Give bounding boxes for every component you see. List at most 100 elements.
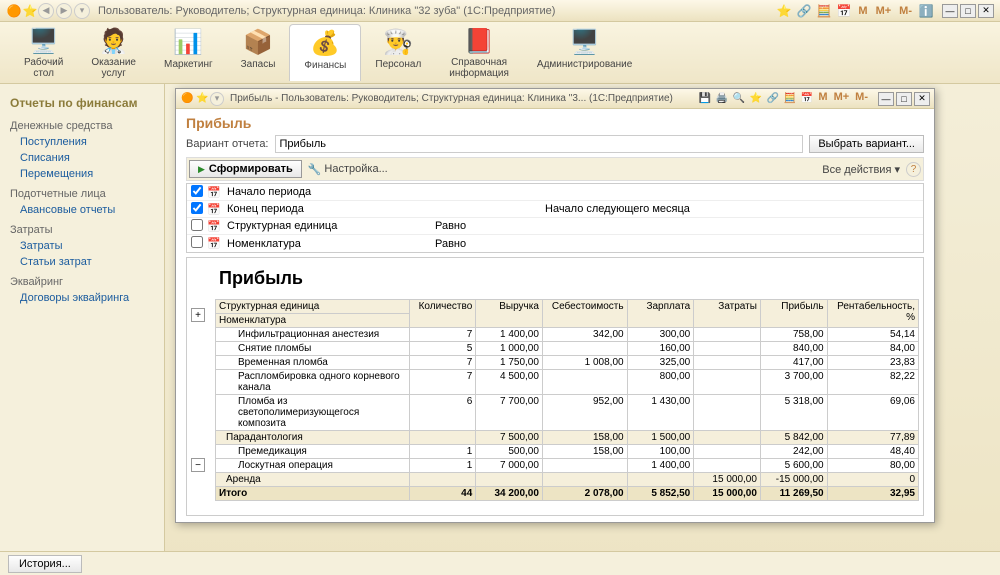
param-condition[interactable]: Равно xyxy=(435,238,545,250)
toolbar-item[interactable]: 📊Маркетинг xyxy=(150,24,227,81)
toolbar-item[interactable]: 📕Справочнаяинформация xyxy=(435,24,523,81)
sidebar-link[interactable]: Авансовые отчеты xyxy=(0,202,164,218)
nav-down[interactable]: ▾ xyxy=(210,92,224,106)
col-header: Количество xyxy=(409,300,476,328)
sidebar-link[interactable]: Списания xyxy=(0,150,164,166)
favorite-icon[interactable]: ⭐ xyxy=(22,3,38,19)
cell-name: Премедикация xyxy=(216,445,410,459)
m-minus-btn[interactable]: M- xyxy=(897,5,914,17)
choose-variant-btn[interactable]: Выбрать вариант... xyxy=(809,135,924,153)
sidebar-link[interactable]: Договоры эквайринга xyxy=(0,290,164,306)
cell-name: Временная пломба xyxy=(216,356,410,370)
star-icon[interactable]: ⭐ xyxy=(776,3,792,19)
star-icon[interactable]: ⭐ xyxy=(748,91,763,106)
main-title: Пользователь: Руководитель; Структурная … xyxy=(98,5,776,17)
minimize-btn[interactable]: — xyxy=(942,4,958,18)
inner-close[interactable]: ✕ xyxy=(914,92,930,106)
toolbar-item[interactable]: 📦Запасы xyxy=(227,24,290,81)
param-checkbox[interactable] xyxy=(191,219,203,231)
sidebar-link[interactable]: Статьи затрат xyxy=(0,254,164,270)
toolbar-label: Администрирование xyxy=(537,59,632,70)
param-condition[interactable]: Равно xyxy=(435,220,545,232)
col-header: Рентабельность, % xyxy=(827,300,918,328)
nav-fwd[interactable]: ▶ xyxy=(56,3,72,19)
variant-input[interactable] xyxy=(275,135,804,153)
table-row[interactable]: Распломбировка одного корневого канала74… xyxy=(216,370,919,395)
toolbar-label: Маркетинг xyxy=(164,59,213,70)
link-icon[interactable]: 🔗 xyxy=(796,3,812,19)
print-icon[interactable]: 🖨️ xyxy=(714,91,729,106)
sidebar-section-title: Подотчетные лица xyxy=(0,182,164,202)
nav-back[interactable]: ◀ xyxy=(38,3,54,19)
maximize-btn[interactable]: □ xyxy=(960,4,976,18)
cell-name: Лоскутная операция xyxy=(216,459,410,473)
history-btn[interactable]: История... xyxy=(8,555,82,573)
expand-btn[interactable]: + xyxy=(191,308,205,322)
table-row[interactable]: Инфильтрационная анестезия71 400,00342,0… xyxy=(216,328,919,342)
statusbar: История... xyxy=(0,551,1000,575)
m-btn[interactable]: M xyxy=(816,91,829,106)
nav-down[interactable]: ▾ xyxy=(74,3,90,19)
toolbar-item[interactable]: 🖥️Администрирование xyxy=(523,24,646,81)
save-icon[interactable]: 💾 xyxy=(697,91,712,106)
calendar-icon[interactable]: 📅 xyxy=(799,91,814,106)
table-row[interactable]: Премедикация1500,00158,00100,00242,0048,… xyxy=(216,445,919,459)
info-icon[interactable]: ℹ️ xyxy=(918,3,934,19)
fav-icon[interactable]: ⭐ xyxy=(195,91,210,106)
main-titlebar: 🟠 ⭐ ◀ ▶ ▾ Пользователь: Руководитель; Ст… xyxy=(0,0,1000,22)
table-row[interactable]: Лоскутная операция17 000,001 400,005 600… xyxy=(216,459,919,473)
all-actions[interactable]: Все действия ▾ xyxy=(822,163,900,176)
param-checkbox[interactable] xyxy=(191,236,203,248)
table-row[interactable]: Пломба из светополимеризующегося компози… xyxy=(216,395,919,431)
link-icon[interactable]: 🔗 xyxy=(765,91,780,106)
calendar-icon[interactable]: 📅 xyxy=(836,3,852,19)
settings-link[interactable]: 🔧Настройка... xyxy=(308,163,388,176)
close-btn[interactable]: ✕ xyxy=(978,4,994,18)
m-btn[interactable]: M xyxy=(856,5,869,17)
param-value[interactable]: Начало следующего месяца xyxy=(545,203,923,215)
report-area[interactable]: + − Прибыль Структурная единицаКоличеств… xyxy=(186,257,924,516)
table-row[interactable]: Аренда15 000,00-15 000,000 xyxy=(216,473,919,487)
sidebar-link[interactable]: Перемещения xyxy=(0,166,164,182)
preview-icon[interactable]: 🔍 xyxy=(731,91,746,106)
table-row[interactable]: Временная пломба71 750,001 008,00325,004… xyxy=(216,356,919,370)
variant-label: Вариант отчета: xyxy=(186,138,269,150)
toolbar-icon: 👨‍🍳 xyxy=(382,26,414,58)
help-icon[interactable]: ? xyxy=(906,162,921,177)
sidebar-link[interactable]: Затраты xyxy=(0,238,164,254)
toolbar-item[interactable]: 💰Финансы xyxy=(289,24,361,81)
sidebar: Отчеты по финансам Денежные средстваПост… xyxy=(0,84,165,551)
toolbar-item[interactable]: 🖥️Рабочийстол xyxy=(10,24,77,81)
sidebar-section-title: Денежные средства xyxy=(0,114,164,134)
sidebar-heading: Отчеты по финансам xyxy=(0,92,164,114)
table-row[interactable]: Парадантология7 500,00158,001 500,005 84… xyxy=(216,431,919,445)
report-heading: Прибыль xyxy=(219,268,919,289)
m-plus-btn[interactable]: M+ xyxy=(874,5,894,17)
toolbar-item[interactable]: 🧑‍⚕️Оказаниеуслуг xyxy=(77,24,150,81)
calc-icon[interactable]: 🧮 xyxy=(816,3,832,19)
report-window: 🟠 ⭐ ▾ Прибыль - Пользователь: Руководите… xyxy=(175,88,935,523)
col-header: Зарплата xyxy=(627,300,694,328)
param-checkbox[interactable] xyxy=(191,185,203,197)
app-icon: 🟠 xyxy=(6,3,22,19)
param-icon: 📅 xyxy=(207,237,225,250)
inner-titlebar: 🟠 ⭐ ▾ Прибыль - Пользователь: Руководите… xyxy=(176,89,934,109)
m-minus-btn[interactable]: M- xyxy=(853,91,870,106)
sidebar-link[interactable]: Поступления xyxy=(0,134,164,150)
param-icon: 📅 xyxy=(207,186,225,199)
form-button[interactable]: ▶Сформировать xyxy=(189,160,302,178)
toolbar-item[interactable]: 👨‍🍳Персонал xyxy=(361,24,435,81)
collapse-btn[interactable]: − xyxy=(191,458,205,472)
table-row[interactable]: Снятие пломбы51 000,00160,00840,0084,00 xyxy=(216,342,919,356)
param-icon: 📅 xyxy=(207,203,225,216)
toolbar-label: Запасы xyxy=(241,59,276,70)
calc-icon[interactable]: 🧮 xyxy=(782,91,797,106)
app-icon: 🟠 xyxy=(180,91,195,106)
toolbar-icon: 💰 xyxy=(309,27,341,59)
param-checkbox[interactable] xyxy=(191,202,203,214)
m-plus-btn[interactable]: M+ xyxy=(832,91,852,106)
inner-minimize[interactable]: — xyxy=(878,92,894,106)
param-row: 📅Начало периода xyxy=(187,184,923,201)
param-icon: 📅 xyxy=(207,220,225,233)
inner-maximize[interactable]: □ xyxy=(896,92,912,106)
